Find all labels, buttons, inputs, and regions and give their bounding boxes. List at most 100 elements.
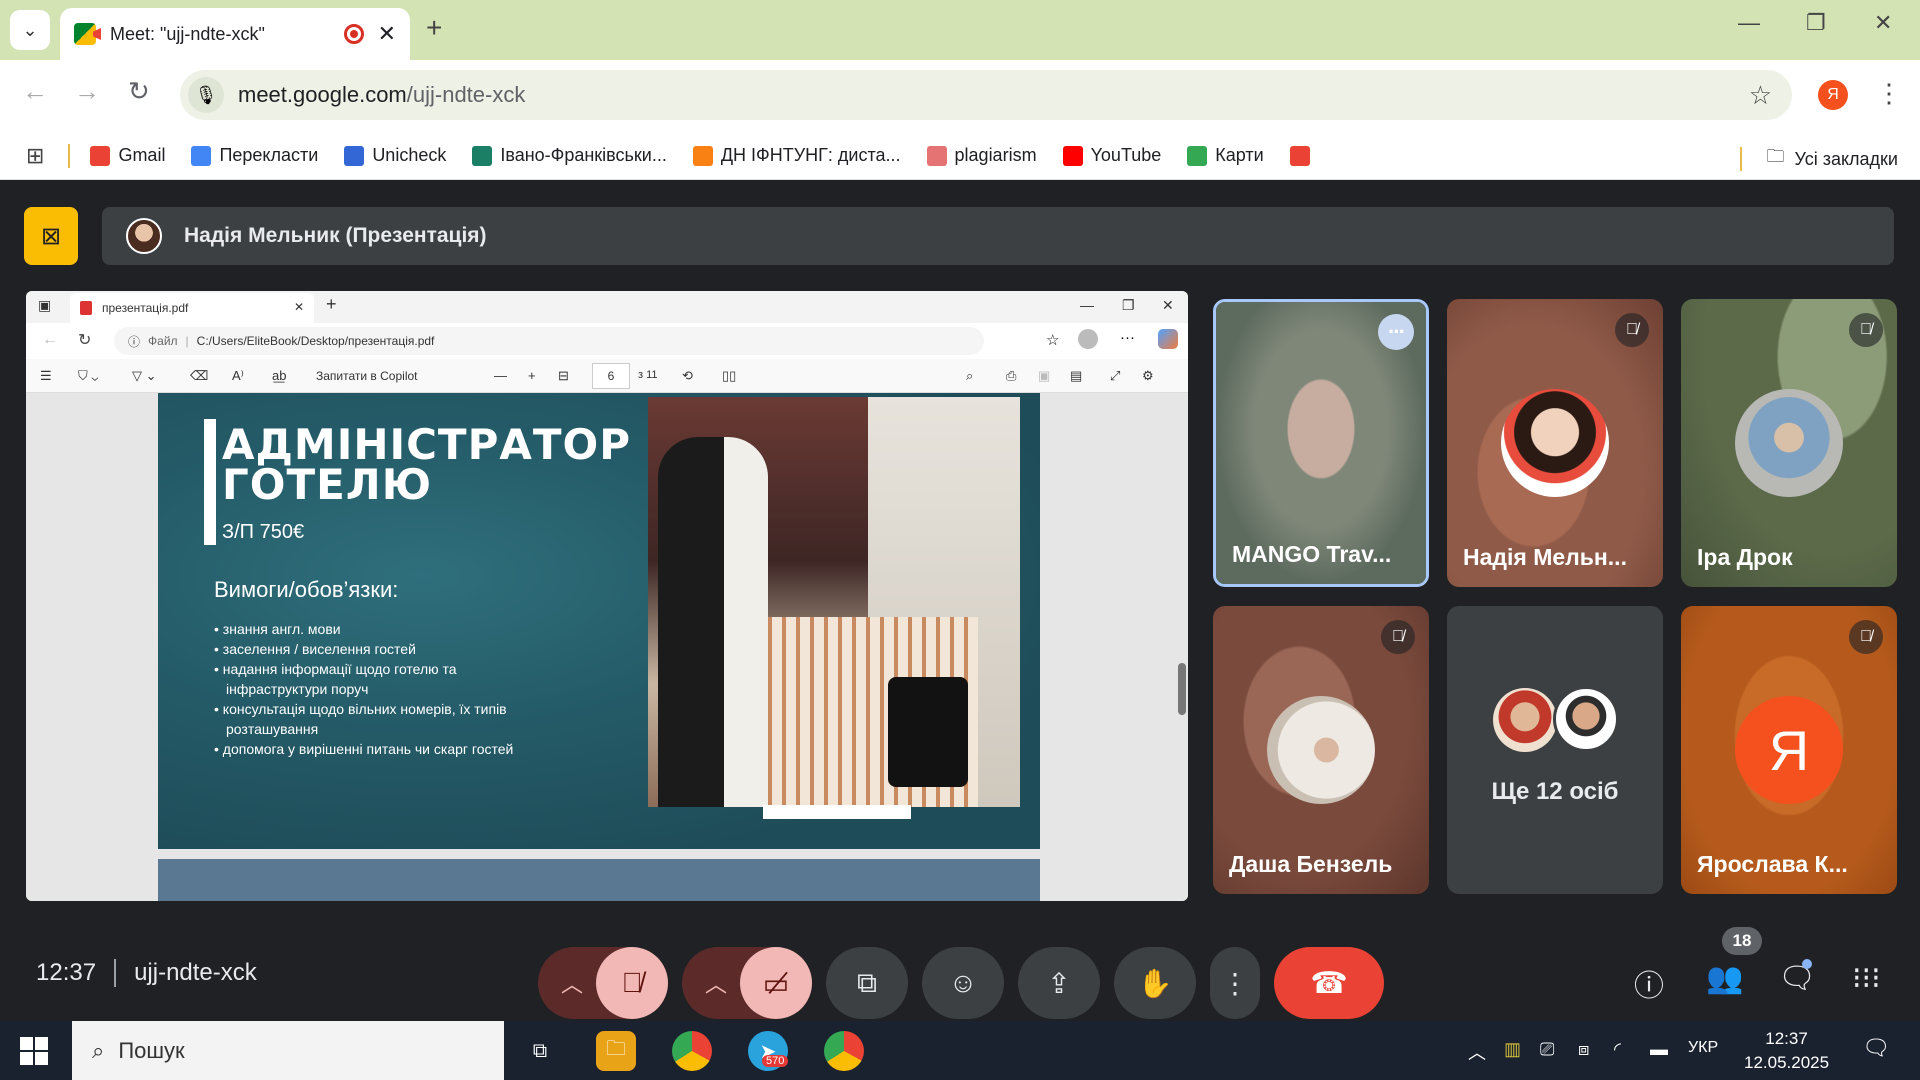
bookmark-item[interactable]: Карти	[1187, 145, 1264, 166]
copilot-label: Запитати в Copilot	[316, 369, 418, 383]
close-icon: ✕	[293, 300, 304, 314]
zoom-in-icon: +	[528, 368, 536, 383]
list-item: консультація щодо вільних номерів, їх ти…	[214, 699, 554, 739]
wifi-icon[interactable]: ◜	[1614, 1039, 1621, 1060]
bookmark-label: Unicheck	[372, 145, 447, 165]
save-icon: ▣	[1038, 368, 1051, 383]
search-icon: ⌕	[966, 368, 974, 383]
participant-name: Ярослава К...	[1697, 851, 1848, 877]
participant-name: MANGO Trav...	[1232, 541, 1392, 567]
mic-off-icon: 🎙̸	[1849, 620, 1883, 654]
bookmark-divider	[1740, 147, 1743, 171]
activities-icon[interactable]: ⁝⁝⁝	[1852, 961, 1881, 996]
app-tray-icon[interactable]: ▥	[1504, 1039, 1521, 1060]
chrome-profile-icon[interactable]	[824, 1031, 864, 1071]
more-options-button[interactable]: ⋮	[1210, 947, 1260, 1019]
present-screen-icon: ⇪	[1047, 967, 1071, 999]
apps-grid-icon[interactable]: ⊞	[26, 143, 44, 169]
bookmark-item[interactable]: Unicheck	[344, 145, 446, 166]
bookmark-item[interactable]: YouTube	[1062, 145, 1161, 166]
shared-pdf-tab: презентація.pdf ✕	[70, 293, 314, 323]
bookmark-item[interactable]	[1289, 145, 1310, 166]
fit-icon: ⊟	[558, 368, 569, 383]
people-icon[interactable]: 👥	[1706, 961, 1743, 996]
participant-tile[interactable]: ··· MANGO Trav...	[1213, 299, 1429, 587]
gmail-icon	[1289, 145, 1310, 166]
bookmarks-bar: ⊞ Gmail Перекласти Unicheck Івано-Франківсь…	[0, 132, 1920, 180]
participant-tile[interactable]: 🎙̸ Я Ярослава К...	[1681, 606, 1897, 894]
participant-avatar	[1267, 696, 1375, 804]
print-icon: ⎙	[1006, 368, 1017, 383]
shared-address-row: ← ↻ ⓘ Файл | C:/Users/EliteBook/Desktop/…	[26, 323, 1188, 359]
mic-off-button[interactable]: 🎙̸	[596, 947, 668, 1019]
address-bar[interactable]: 🎙 meet.google.com/ujj-ndte-xck ☆	[180, 70, 1792, 120]
presentation-banner: Надія Мельник (Презентація)	[102, 207, 1894, 265]
reload-button[interactable]: ↻	[128, 76, 150, 107]
bookmark-item[interactable]: plagiarism	[926, 145, 1037, 166]
language-indicator[interactable]: УКР	[1688, 1039, 1718, 1057]
close-window-icon[interactable]: ✕	[1874, 10, 1892, 36]
browser-menu-icon[interactable]: ⋮	[1876, 78, 1902, 109]
more-options-icon[interactable]: ···	[1378, 314, 1414, 350]
tab-actions-icon: ▣	[38, 297, 52, 313]
audio-settings-chevron-icon[interactable]: ︿	[542, 947, 602, 1019]
task-view-icon[interactable]: ⧉	[520, 1031, 560, 1071]
camera-control-group: ︿ ▭̸	[682, 947, 812, 1019]
reactions-button[interactable]: ☺	[922, 947, 1004, 1019]
forward-button[interactable]: →	[74, 76, 100, 107]
meeting-details-icon[interactable]: ⓘ	[1634, 961, 1664, 1005]
tab-search-button[interactable]: ⌄	[10, 10, 50, 50]
participant-avatar: Я	[1735, 696, 1843, 804]
participant-name: Даша Бензель	[1229, 851, 1393, 877]
bookmark-item[interactable]: Gmail	[90, 145, 165, 166]
bookmark-item[interactable]: Перекласти	[191, 145, 318, 166]
microphone-icon[interactable]: 🎙	[188, 77, 224, 113]
slide-accent-bar	[204, 419, 216, 545]
more-vert-icon: ⋮	[1221, 967, 1249, 999]
file-explorer-icon[interactable]: 🗀	[596, 1031, 636, 1071]
meet-now-icon[interactable]: ⧈	[1578, 1039, 1589, 1060]
participant-tile[interactable]: 🎙̸ Іра Дрок	[1681, 299, 1897, 587]
shared-url-field: ⓘ Файл | C:/Users/EliteBook/Desktop/през…	[114, 327, 984, 355]
participant-tile[interactable]: 🎙̸ Даша Бензель	[1213, 606, 1429, 894]
leave-call-button[interactable]: ☎	[1274, 947, 1384, 1019]
present-button[interactable]: ⇪	[1018, 947, 1100, 1019]
more-participants-tile[interactable]: Ще 12 осіб	[1447, 606, 1663, 894]
url-path: /ujj-ndte-xck	[406, 82, 526, 107]
profile-avatar[interactable]: Я	[1818, 80, 1848, 110]
captions-button[interactable]: ⧉	[826, 947, 908, 1019]
all-bookmarks-button[interactable]: 🗀 Усі закладки	[1740, 144, 1898, 174]
minimize-icon[interactable]: —	[1738, 10, 1760, 36]
raise-hand-button[interactable]: ✋	[1114, 947, 1196, 1019]
mic-off-icon: 🎙̸	[1381, 620, 1415, 654]
bookmark-star-icon[interactable]: ☆	[1749, 80, 1772, 111]
restore-icon[interactable]: ❐	[1806, 10, 1826, 36]
bookmark-item[interactable]: ДН ІФНТУНГ: диста...	[692, 145, 901, 166]
shared-tab-title: презентація.pdf	[102, 301, 189, 315]
read-aloud-icon: A⁾	[232, 368, 244, 383]
tab-meet[interactable]: Meet: "ujj-ndte-xck" ✕	[60, 8, 410, 60]
battery-icon[interactable]: ▬	[1650, 1039, 1668, 1060]
stop-presenting-icon[interactable]: ⊠	[24, 207, 78, 265]
participant-name: Надія Мельн...	[1463, 544, 1627, 570]
taskbar-clock[interactable]: 12:37 12.05.2025	[1744, 1027, 1829, 1075]
camera-off-button[interactable]: ▭̸	[740, 947, 812, 1019]
show-hidden-icons[interactable]: ︿	[1468, 1039, 1486, 1065]
back-button[interactable]: ←	[22, 76, 48, 107]
display-icon[interactable]: ⎚	[1540, 1039, 1554, 1060]
taskbar-search[interactable]: ⌕ Пошук	[72, 1021, 504, 1080]
participant-tile[interactable]: 🎙̸ Надія Мельн...	[1447, 299, 1663, 587]
chat-notification-dot	[1802, 959, 1812, 969]
all-bookmarks-label: Усі закладки	[1794, 148, 1898, 169]
video-settings-chevron-icon[interactable]: ︿	[686, 947, 746, 1019]
windows-start-icon[interactable]	[20, 1037, 48, 1065]
new-tab-button[interactable]: +	[426, 12, 442, 44]
presenter-name: Надія Мельник (Презентація)	[184, 224, 487, 247]
chrome-icon[interactable]	[672, 1031, 712, 1071]
people-count-badge: 18	[1722, 927, 1762, 955]
bookmark-item[interactable]: Івано-Франківськи...	[472, 145, 667, 166]
close-tab-icon[interactable]: ✕	[378, 21, 396, 47]
slide: АДМІНІСТРАТОР ГОТЕЛЮ З/П 750€ Вимоги/обо…	[158, 393, 1040, 849]
notifications-icon[interactable]: 🗨	[1862, 1035, 1890, 1061]
list-item: допомога у вирішенні питань чи скарг гос…	[214, 739, 554, 759]
